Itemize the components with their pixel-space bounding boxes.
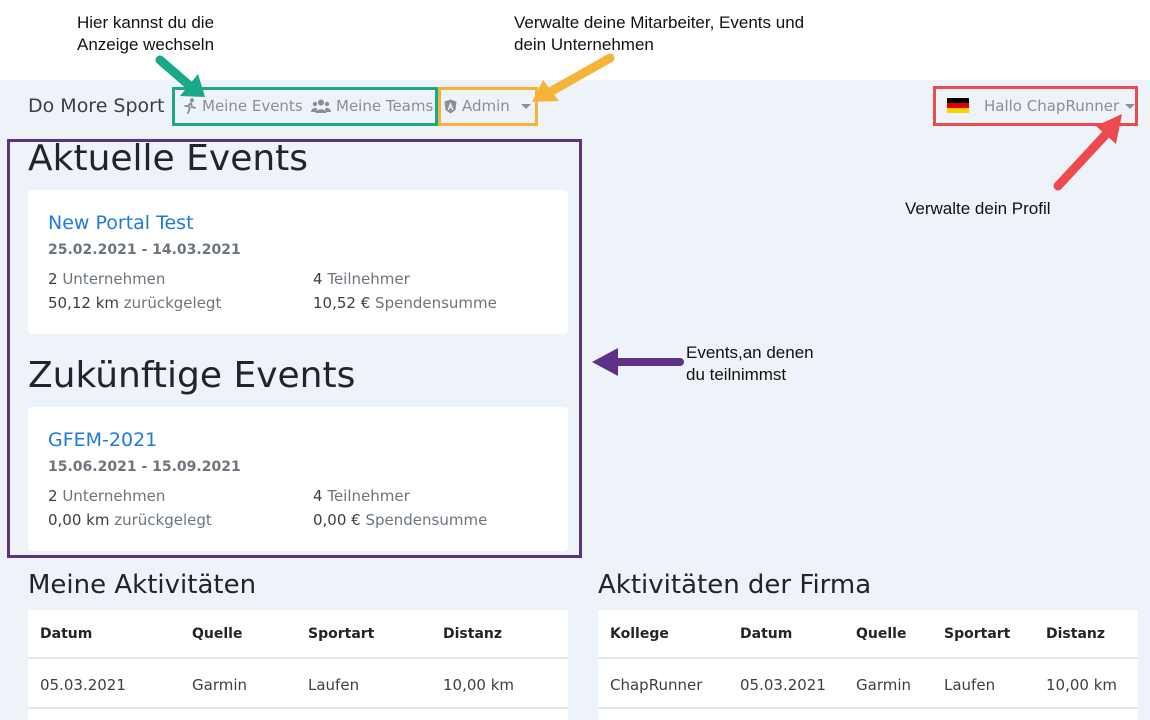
red-arrow-icon [1053, 114, 1122, 191]
green-arrow-icon [155, 55, 205, 97]
orange-arrow-icon [532, 53, 615, 102]
annotation-arrows [155, 53, 1122, 376]
purple-arrow-icon [592, 348, 684, 376]
